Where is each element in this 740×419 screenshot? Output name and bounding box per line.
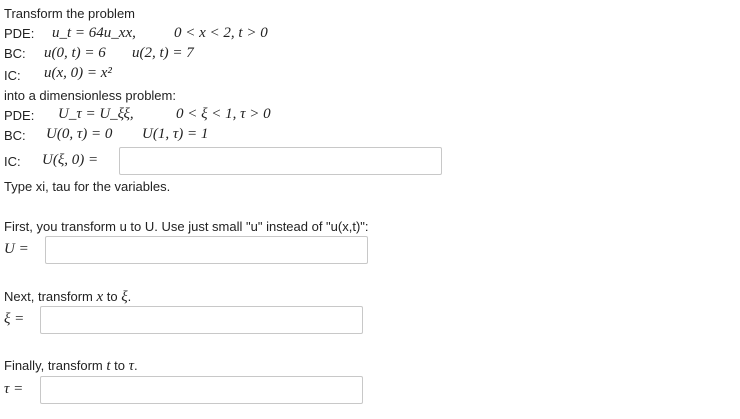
target-bc-right: U(1, τ) = 1 — [142, 126, 209, 142]
step1-lhs: U = — [4, 241, 29, 257]
intro-text: Transform the problem — [4, 6, 136, 21]
bc-left: u(0, t) = 6 — [44, 45, 106, 61]
ic-row: IC: — [4, 68, 21, 84]
target-ic-row: IC: — [4, 154, 21, 170]
pde-equation: u_t = 64u_xx, — [52, 24, 136, 42]
bc-row: BC: — [4, 46, 26, 62]
step3-before: Finally, transform — [4, 358, 107, 373]
hint-text: Type xi, tau for the variables. — [4, 179, 171, 194]
bc-label: BC: — [4, 46, 26, 61]
into-text: into a dimensionless problem: — [4, 88, 176, 103]
pde-row: PDE: — [4, 26, 38, 42]
step2-text: Next, transform x to ξ. — [4, 289, 131, 305]
target-ic-label: IC: — [4, 154, 21, 169]
pde-equation-text: u_t = 64u_xx, — [52, 25, 136, 41]
step3-lhs: τ = — [4, 381, 24, 397]
step2-before: Next, transform — [4, 289, 97, 304]
target-ic-equation: U(ξ, 0) = — [42, 152, 99, 168]
target-bc-left: U(0, τ) = 0 — [46, 126, 113, 142]
target-bc-label: BC: — [4, 128, 26, 143]
step2-mid: to — [103, 289, 122, 304]
target-pde-equation: U_τ = U_ξξ, — [58, 106, 134, 122]
pde-domain: 0 < x < 2, t > 0 — [174, 25, 268, 41]
ic-equation: u(x, 0) = x² — [44, 65, 112, 81]
tau-answer-input[interactable] — [40, 376, 363, 404]
step2-after: . — [127, 289, 132, 304]
xi-answer-input[interactable] — [40, 306, 363, 334]
target-pde-row: PDE: — [4, 108, 34, 124]
step1-text: First, you transform u to U. Use just sm… — [4, 219, 369, 234]
ic-answer-input[interactable] — [119, 147, 442, 175]
pde-label: PDE: — [4, 26, 35, 41]
step3-after: . — [133, 358, 138, 373]
target-pde-label: PDE: — [4, 108, 35, 123]
U-answer-input[interactable] — [45, 236, 368, 264]
bc-right: u(2, t) = 7 — [132, 45, 194, 61]
target-bc-row: BC: — [4, 128, 26, 144]
step3-mid: to — [110, 358, 129, 373]
target-pde-domain: 0 < ξ < 1, τ > 0 — [176, 106, 271, 122]
ic-label: IC: — [4, 68, 21, 83]
step3-text: Finally, transform t to τ. — [4, 358, 138, 374]
step2-lhs: ξ = — [4, 311, 25, 327]
